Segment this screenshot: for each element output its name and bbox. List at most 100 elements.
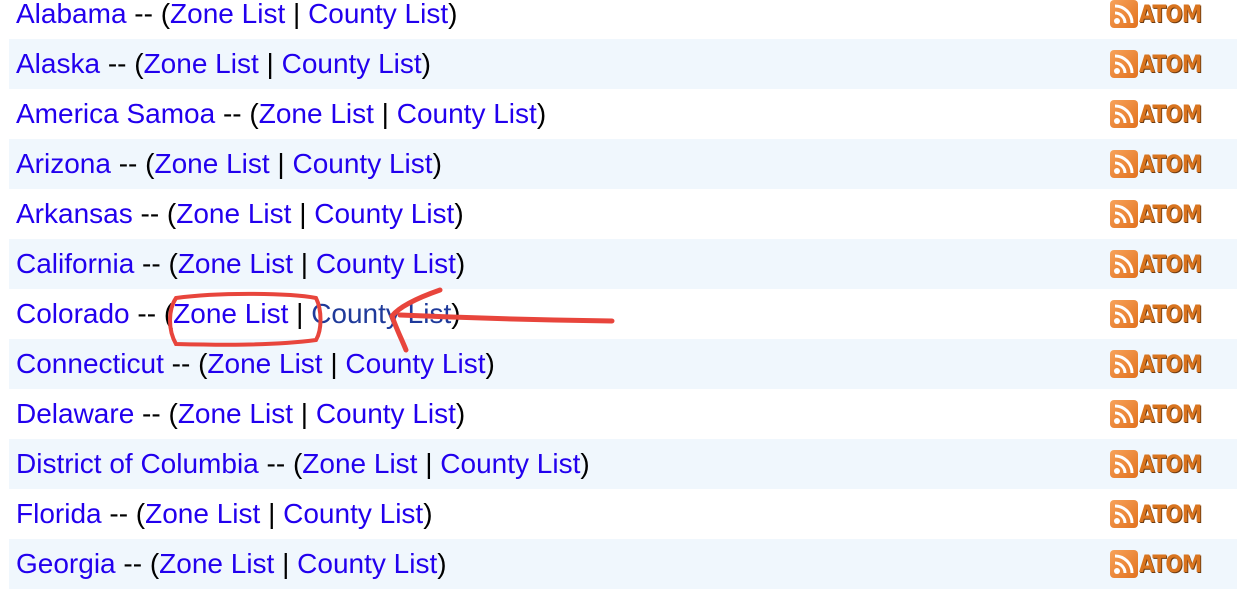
atom-feed-link[interactable]: ATOM xyxy=(1110,50,1212,78)
zone-list-link[interactable]: Zone List xyxy=(144,48,259,79)
close-paren: ) xyxy=(448,0,458,29)
state-link[interactable]: California xyxy=(16,248,134,279)
county-list-link[interactable]: County List xyxy=(292,148,432,179)
zone-list-link[interactable]: Zone List xyxy=(259,98,374,129)
zone-list-link[interactable]: Zone List xyxy=(173,298,288,329)
separator: -- ( xyxy=(258,448,303,479)
state-entry: Colorado -- (Zone List | County List) xyxy=(16,298,461,330)
state-entry: Georgia -- (Zone List | County List) xyxy=(16,548,447,580)
county-list-link[interactable]: County List xyxy=(316,248,456,279)
state-row: District of Columbia -- (Zone List | Cou… xyxy=(9,439,1237,489)
atom-feed-link[interactable]: ATOM xyxy=(1110,150,1212,178)
atom-feed-link[interactable]: ATOM xyxy=(1110,550,1212,578)
county-list-link[interactable]: County List xyxy=(282,48,422,79)
pipe: | xyxy=(322,348,346,379)
atom-label: ATOM xyxy=(1139,0,1202,28)
state-link[interactable]: Colorado xyxy=(16,298,130,329)
state-link[interactable]: Arizona xyxy=(16,148,111,179)
county-list-link[interactable]: County List xyxy=(308,0,448,29)
county-list-link[interactable]: County List xyxy=(297,548,437,579)
state-row: Delaware -- (Zone List | County List) AT… xyxy=(9,389,1237,439)
rss-feed-icon xyxy=(1110,200,1138,228)
separator: -- ( xyxy=(126,0,171,29)
county-list-link[interactable]: County List xyxy=(311,298,451,329)
pipe: | xyxy=(417,448,441,479)
state-row: Alabama -- (Zone List | County List) ATO… xyxy=(9,0,1237,39)
pipe: | xyxy=(291,198,315,229)
atom-feed-link[interactable]: ATOM xyxy=(1110,250,1212,278)
separator: -- ( xyxy=(110,148,155,179)
zone-list-link[interactable]: Zone List xyxy=(178,248,293,279)
state-link[interactable]: Delaware xyxy=(16,398,134,429)
atom-feed-link[interactable]: ATOM xyxy=(1110,200,1212,228)
county-list-link[interactable]: County List xyxy=(397,98,537,129)
state-row: California -- (Zone List | County List) … xyxy=(9,239,1237,289)
separator: -- ( xyxy=(129,298,174,329)
state-link[interactable]: Florida xyxy=(16,498,102,529)
state-link[interactable]: District of Columbia xyxy=(16,448,259,479)
county-list-link[interactable]: County List xyxy=(314,198,454,229)
atom-feed-link[interactable]: ATOM xyxy=(1110,300,1212,328)
atom-feed-link[interactable]: ATOM xyxy=(1110,400,1212,428)
atom-feed-link[interactable]: ATOM xyxy=(1110,100,1212,128)
state-link[interactable]: Arkansas xyxy=(16,198,133,229)
rss-feed-icon xyxy=(1110,350,1138,378)
close-paren: ) xyxy=(454,198,464,229)
state-link[interactable]: Georgia xyxy=(16,548,116,579)
zone-list-link[interactable]: Zone List xyxy=(159,548,274,579)
pipe: | xyxy=(274,548,298,579)
close-paren: ) xyxy=(455,248,466,279)
separator: -- ( xyxy=(215,98,259,129)
zone-list-link[interactable]: Zone List xyxy=(207,348,322,379)
zone-list-link[interactable]: Zone List xyxy=(178,398,293,429)
close-paren: ) xyxy=(580,448,590,479)
county-list-link[interactable]: County List xyxy=(283,498,423,529)
close-paren: ) xyxy=(485,348,495,379)
separator: -- ( xyxy=(115,548,160,579)
pipe: | xyxy=(258,48,282,79)
separator: -- ( xyxy=(163,348,208,379)
county-list-link[interactable]: County List xyxy=(345,348,485,379)
rss-feed-icon xyxy=(1110,300,1138,328)
atom-label: ATOM xyxy=(1139,450,1202,478)
atom-feed-link[interactable]: ATOM xyxy=(1110,350,1212,378)
separator: -- ( xyxy=(100,48,144,79)
close-paren: ) xyxy=(437,548,447,579)
atom-label: ATOM xyxy=(1139,200,1202,228)
zone-list-link[interactable]: Zone List xyxy=(170,0,285,29)
state-row: Arkansas -- (Zone List | County List) AT… xyxy=(9,189,1237,239)
zone-list-link[interactable]: Zone List xyxy=(302,448,417,479)
atom-feed-link[interactable]: ATOM xyxy=(1110,450,1212,478)
rss-feed-icon xyxy=(1110,0,1138,28)
county-list-link[interactable]: County List xyxy=(316,398,456,429)
state-link[interactable]: Connecticut xyxy=(16,348,164,379)
zone-list-link[interactable]: Zone List xyxy=(145,498,260,529)
rss-feed-icon xyxy=(1110,400,1138,428)
close-paren: ) xyxy=(451,298,461,329)
state-entry: Alaska -- (Zone List | County List) xyxy=(16,48,431,80)
atom-feed-link[interactable]: ATOM xyxy=(1110,0,1212,28)
state-list: Alabama -- (Zone List | County List) ATO… xyxy=(9,0,1237,589)
zone-list-link[interactable]: Zone List xyxy=(154,148,269,179)
atom-label: ATOM xyxy=(1139,50,1202,78)
atom-feed-link[interactable]: ATOM xyxy=(1110,500,1212,528)
pipe: | xyxy=(288,298,312,329)
state-link[interactable]: Alaska xyxy=(16,48,100,79)
separator: -- ( xyxy=(101,498,146,529)
close-paren: ) xyxy=(455,398,466,429)
rss-feed-icon xyxy=(1110,550,1138,578)
atom-label: ATOM xyxy=(1139,150,1202,178)
atom-label: ATOM xyxy=(1139,350,1202,378)
state-entry: Alabama -- (Zone List | County List) xyxy=(16,0,457,30)
state-link[interactable]: Alabama xyxy=(16,0,127,29)
pipe: | xyxy=(260,498,284,529)
pipe: | xyxy=(373,98,397,129)
state-entry: Florida -- (Zone List | County List) xyxy=(16,498,433,530)
state-row: Georgia -- (Zone List | County List) ATO… xyxy=(9,539,1237,589)
zone-list-link[interactable]: Zone List xyxy=(176,198,291,229)
state-link[interactable]: America Samoa xyxy=(16,98,215,129)
pipe: | xyxy=(285,0,309,29)
separator: -- ( xyxy=(132,198,177,229)
county-list-link[interactable]: County List xyxy=(440,448,580,479)
state-row: Connecticut -- (Zone List | County List)… xyxy=(9,339,1237,389)
